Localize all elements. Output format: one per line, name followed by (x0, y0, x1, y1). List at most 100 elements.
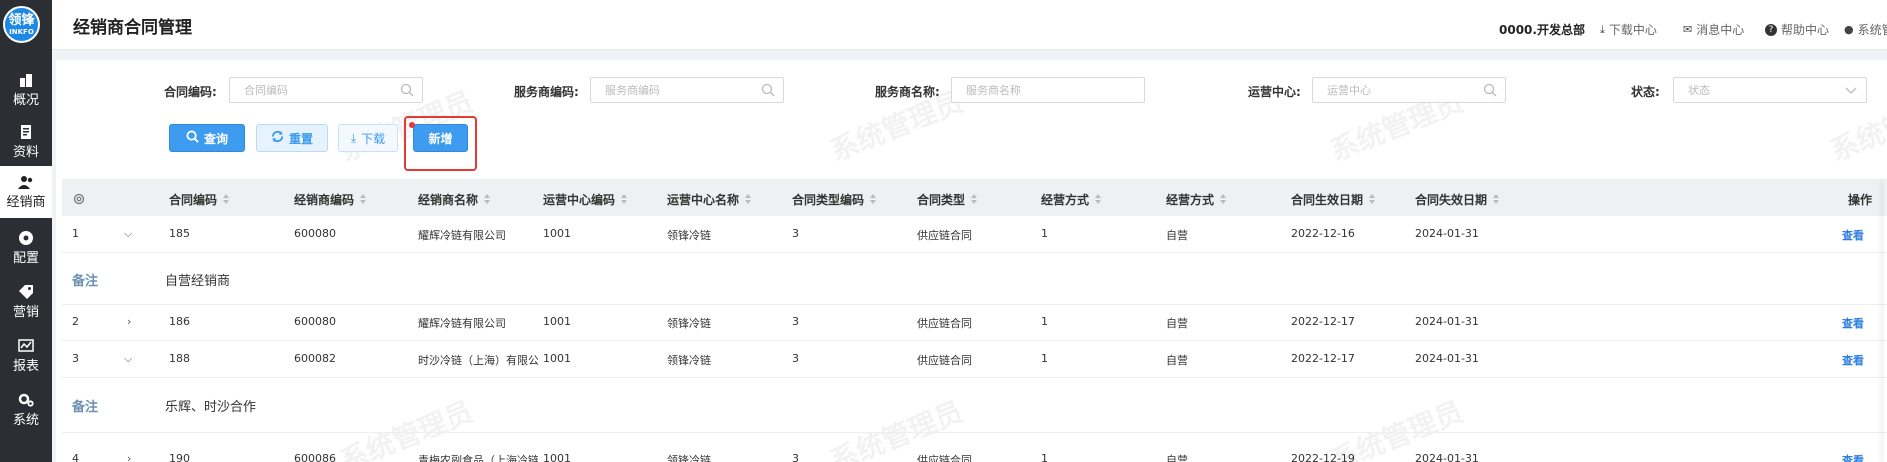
sidebar-item-label: 概况 (12, 92, 39, 108)
provider-name-input[interactable]: 服务商名称 (951, 77, 1145, 103)
user-menu[interactable]: ● 系统管 (1844, 21, 1887, 38)
sidebar-item-marketing[interactable]: 营销 (0, 276, 52, 328)
search-icon (1483, 83, 1497, 97)
sort-icon[interactable] (360, 194, 367, 205)
cell-mode: 自营 (1166, 229, 1188, 242)
download-button[interactable]: ⤓ 下载 (338, 124, 398, 152)
cell-center-code: 1001 (543, 352, 571, 365)
reset-button[interactable]: 重置 (256, 124, 328, 152)
logo-subtext: INKFO (9, 27, 34, 36)
chevron-down-icon[interactable]: ⌵ (124, 352, 132, 366)
chevron-down-icon[interactable]: ⌵ (124, 227, 132, 241)
view-link[interactable]: 查看 (1842, 227, 1864, 243)
cell-contract-code: 188 (169, 352, 190, 365)
cell-dealer-code: 600080 (294, 227, 336, 240)
sidebar-item-data[interactable]: 资料 (0, 116, 52, 168)
cell-contract-code: 186 (169, 315, 190, 328)
cell-mode-code: 1 (1041, 315, 1048, 328)
sort-icon[interactable] (971, 194, 978, 205)
status-select[interactable]: 状态 (1673, 77, 1867, 103)
download-center-link[interactable]: ⤓ 下载中心 (1600, 21, 1657, 38)
contract-code-label: 合同编码: (164, 85, 217, 99)
org-name[interactable]: 0000.开发总部 (1499, 21, 1585, 38)
col-header-contract-code[interactable]: 合同编码 (169, 191, 230, 208)
top-header: 经销商合同管理 0000.开发总部 ⤓ 下载中心 ✉ 消息中心 ? 帮助中心 ●… (52, 0, 1887, 50)
op-center-input[interactable]: 运营中心 (1312, 77, 1506, 103)
download-button-label: 下载 (361, 131, 386, 146)
sort-icon[interactable] (484, 194, 491, 205)
cell-type: 供应链合同 (917, 354, 972, 367)
col-header-mode[interactable]: 经营方式 (1166, 191, 1227, 208)
col-header-center-code[interactable]: 运营中心编码 (543, 191, 628, 208)
cell-dealer-code: 600082 (294, 352, 336, 365)
view-link[interactable]: 查看 (1842, 315, 1864, 331)
message-center-link[interactable]: ✉ 消息中心 (1683, 21, 1744, 38)
col-header-dealer-code[interactable]: 经销商编码 (294, 191, 367, 208)
cell-start-date: 2022-12-17 (1291, 352, 1355, 365)
cell-end-date: 2024-01-31 (1415, 352, 1479, 365)
contract-code-input[interactable]: 合同编码 (229, 77, 423, 103)
cell-dealer-name: 耀辉冷链有限公司 (418, 317, 506, 330)
note-label: 备注 (72, 400, 99, 415)
sort-icon[interactable] (745, 194, 752, 205)
col-header-actions: 操作 (1848, 191, 1872, 208)
settings-icon[interactable] (72, 191, 86, 210)
view-link[interactable]: 查看 (1842, 452, 1864, 462)
brand-logo[interactable]: 领锋 INKFO (3, 6, 40, 43)
col-header-end-date[interactable]: 合同失效日期 (1415, 191, 1500, 208)
table-row: 1 ⌵ 185 600080 耀辉冷链有限公司 1001 领锋冷链 3 供应链合… (62, 216, 1887, 253)
users-icon (18, 175, 34, 189)
column-label: 经营方式 (1041, 193, 1090, 207)
col-header-start-date[interactable]: 合同生效日期 (1291, 191, 1376, 208)
op-center-label: 运营中心: (1248, 85, 1301, 99)
row-index: 3 (72, 352, 79, 365)
sort-icon[interactable] (1220, 194, 1227, 205)
col-header-mode-code[interactable]: 经营方式 (1041, 191, 1102, 208)
col-header-type[interactable]: 合同类型 (917, 191, 978, 208)
row-note: 备注 自营经销商 (62, 253, 1887, 305)
help-center-link[interactable]: ? 帮助中心 (1765, 21, 1829, 38)
download-icon: ⤓ (1600, 22, 1605, 36)
cell-contract-code: 190 (169, 452, 190, 462)
sort-icon[interactable] (1493, 194, 1500, 205)
col-header-type-code[interactable]: 合同类型编码 (792, 191, 877, 208)
cell-dealer-name: 青梅农副食品（上海冷链） (418, 454, 538, 462)
provider-code-input[interactable]: 服务商编码 (590, 77, 784, 103)
gears-icon (18, 393, 34, 407)
column-label: 运营中心名称 (667, 193, 740, 207)
cell-start-date: 2022-12-19 (1291, 452, 1355, 462)
row-index: 2 (72, 315, 79, 328)
query-button[interactable]: 查询 (169, 124, 245, 152)
sort-icon[interactable] (1095, 194, 1102, 205)
cell-start-date: 2022-12-16 (1291, 227, 1355, 240)
sort-icon[interactable] (1369, 194, 1376, 205)
cell-center-code: 1001 (543, 452, 571, 462)
view-link[interactable]: 查看 (1842, 352, 1864, 368)
sidebar-item-reports[interactable]: 报表 (0, 330, 52, 382)
download-icon: ⤓ (350, 130, 357, 145)
row-index: 1 (72, 227, 79, 240)
sidebar-item-system[interactable]: 系统 (0, 384, 52, 436)
cell-type-code: 3 (792, 352, 799, 365)
sidebar-item-label: 配置 (12, 250, 39, 266)
reset-button-label: 重置 (288, 131, 313, 146)
chevron-right-icon[interactable]: › (127, 315, 131, 328)
provider-code-label: 服务商编码: (514, 85, 579, 99)
sort-icon[interactable] (870, 194, 877, 205)
sort-icon[interactable] (621, 194, 628, 205)
sidebar-item-dealer[interactable]: 经销商 (0, 166, 52, 218)
annotation-marker (409, 122, 415, 128)
col-header-dealer-name[interactable]: 经销商名称 (418, 191, 491, 208)
sort-icon[interactable] (223, 194, 230, 205)
cell-mode: 自营 (1166, 454, 1188, 462)
cell-dealer-name: 时沙冷链（上海）有限公司 (418, 354, 538, 367)
col-header-center-name[interactable]: 运营中心名称 (667, 191, 752, 208)
refresh-icon (271, 130, 284, 146)
note-text: 自营经销商 (165, 274, 231, 289)
download-center-label: 下载中心 (1608, 23, 1657, 37)
contract-code-placeholder: 合同编码 (244, 84, 288, 97)
sidebar-item-config[interactable]: 配置 (0, 222, 52, 274)
sidebar-item-overview[interactable]: 概况 (0, 64, 52, 116)
help-center-label: 帮助中心 (1781, 23, 1830, 37)
chevron-right-icon[interactable]: › (127, 452, 131, 462)
